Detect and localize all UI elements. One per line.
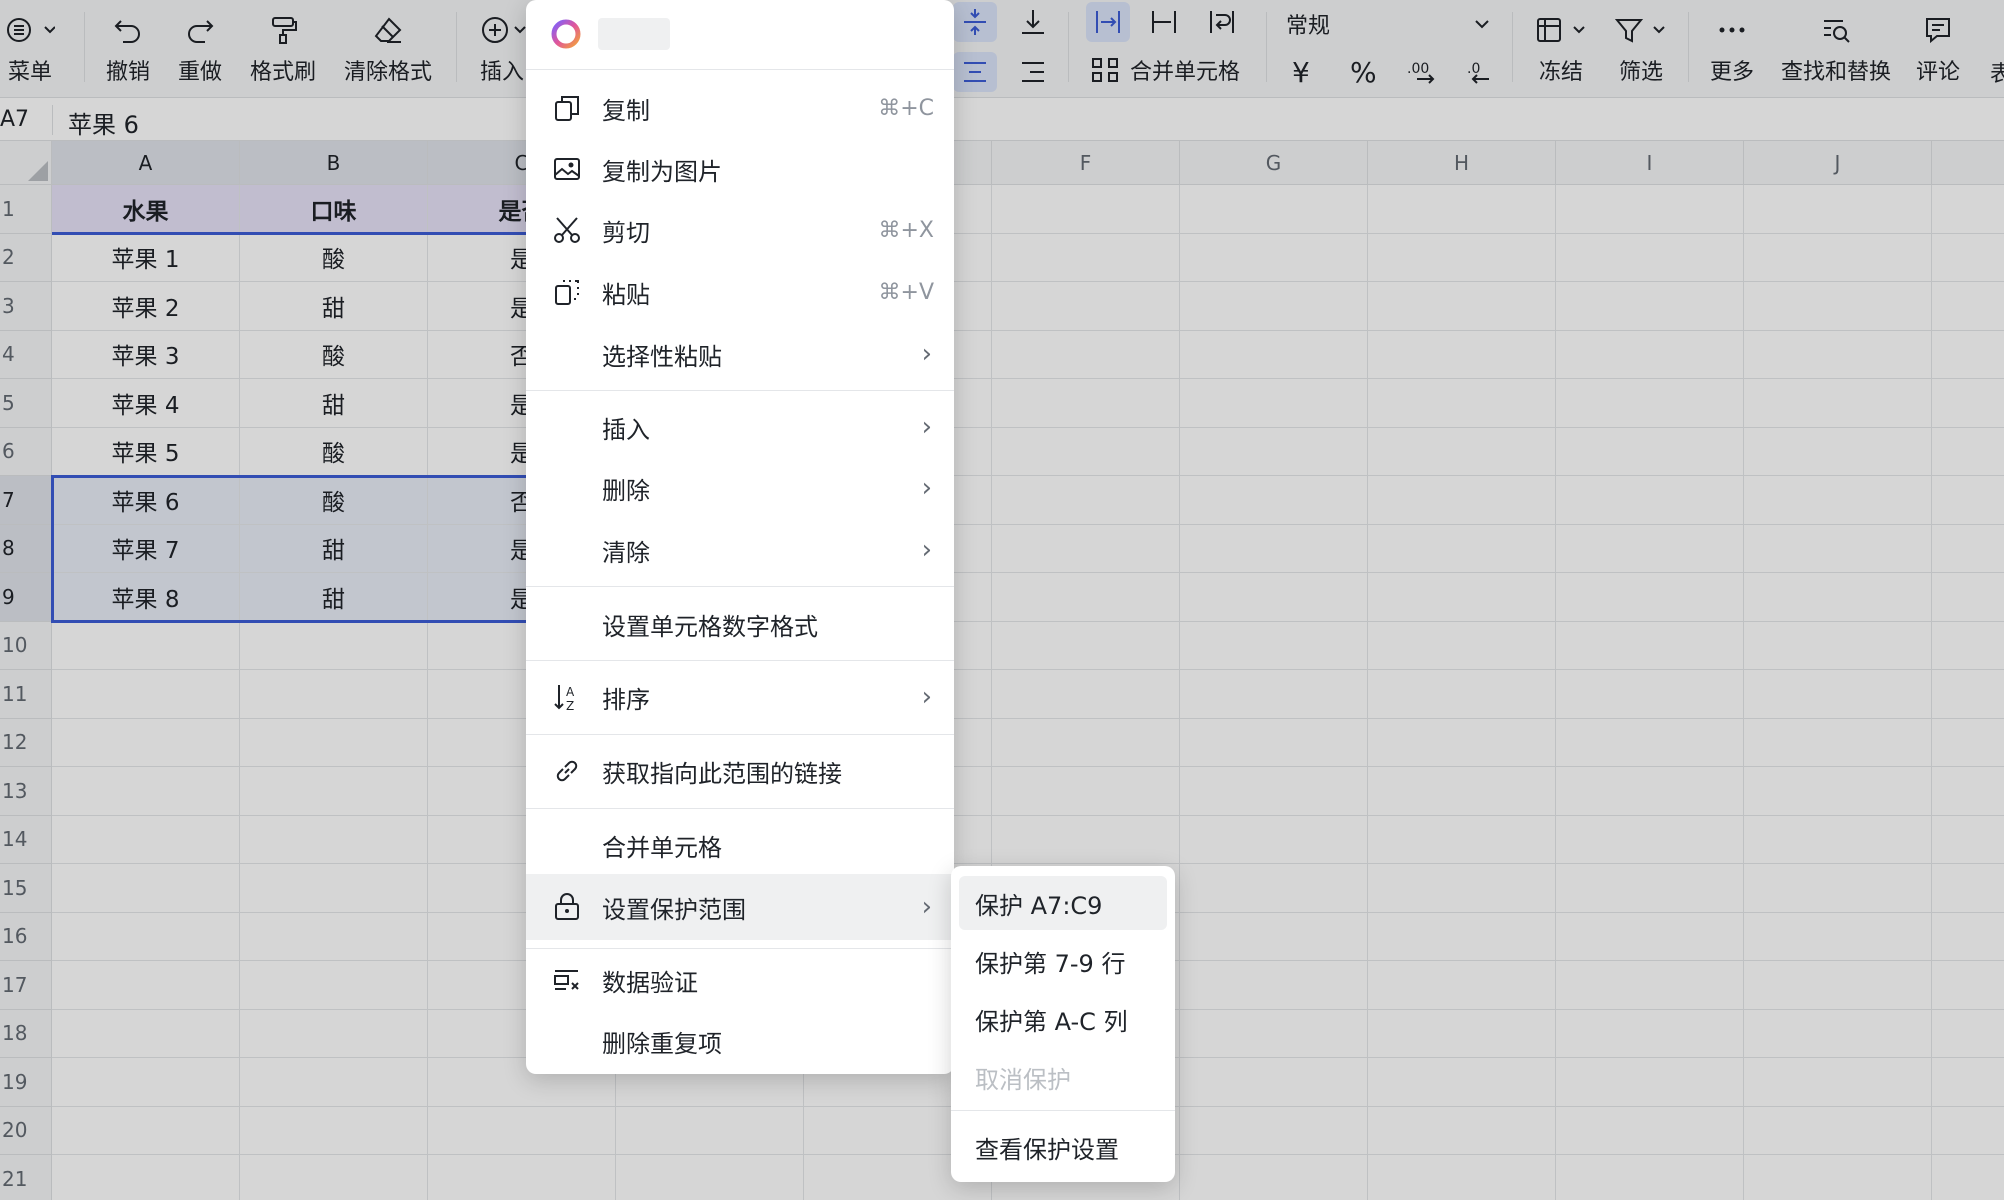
menu-item-label: 清除: [602, 538, 650, 567]
menu-item-label: 粘贴: [602, 280, 650, 309]
submenu-item-protect-rows[interactable]: 保护第 7-9 行: [959, 934, 1167, 988]
scissors-icon: [550, 213, 584, 247]
menu-item-data-validation[interactable]: 数据验证: [526, 950, 954, 1010]
menu-item-shortcut: ⌘+C: [878, 95, 934, 121]
chevron-right-icon: ›: [921, 412, 932, 442]
svg-text:A: A: [566, 685, 575, 699]
menu-item-paste[interactable]: 粘贴 ⌘+V: [526, 262, 954, 322]
chevron-right-icon: ›: [921, 339, 932, 369]
chevron-right-icon: ›: [921, 892, 932, 922]
paste-icon: [550, 275, 584, 309]
menu-item-cut[interactable]: 剪切 ⌘+X: [526, 200, 954, 260]
context-menu: 复制 ⌘+C 复制为图片 剪切 ⌘+X 粘贴 ⌘+V 选择性粘贴 › 插入 › …: [526, 0, 954, 1074]
menu-item-label: 选择性粘贴: [602, 342, 722, 371]
menu-item-label: 复制为图片: [602, 157, 722, 186]
menu-item-delete[interactable]: 删除 ›: [526, 458, 954, 518]
menu-item-remove-duplicates[interactable]: 删除重复项: [526, 1011, 954, 1071]
menu-item-label: 排序: [602, 685, 650, 714]
data-validation-icon: [550, 963, 584, 997]
menu-divider: [526, 660, 954, 661]
menu-item-label: 合并单元格: [602, 833, 722, 862]
menu-item-label: 删除: [602, 476, 650, 505]
menu-item-clear[interactable]: 清除 ›: [526, 520, 954, 580]
menu-item-label: 插入: [602, 415, 650, 444]
menu-item-copy-as-image[interactable]: 复制为图片: [526, 139, 954, 199]
menu-divider: [526, 390, 954, 391]
protection-submenu: 保护 A7:C9 保护第 7-9 行 保护第 A-C 列 取消保护 查看保护设置: [951, 866, 1175, 1182]
menu-item-merge-cells[interactable]: 合并单元格: [526, 815, 954, 875]
menu-divider: [526, 734, 954, 735]
menu-item-number-format[interactable]: 设置单元格数字格式: [526, 594, 954, 654]
menu-item-get-link[interactable]: 获取指向此范围的链接: [526, 741, 954, 801]
menu-item-set-protected-range[interactable]: 设置保护范围 ›: [526, 874, 954, 940]
menu-item-label: 设置保护范围: [602, 895, 746, 924]
submenu-divider: [951, 1110, 1175, 1111]
submenu-item-view-protection[interactable]: 查看保护设置: [959, 1120, 1167, 1174]
menu-item-label: 设置单元格数字格式: [602, 612, 818, 641]
menu-divider: [526, 948, 954, 949]
lock-icon: [550, 890, 584, 924]
sort-icon: AZ: [550, 680, 584, 714]
image-icon: [550, 152, 584, 186]
menu-item-label: 复制: [602, 96, 650, 125]
chevron-right-icon: ›: [921, 473, 932, 503]
spreadsheet-app: 菜单 撤销 重做 格式刷 清除格式 插入 合并单元格 常规 ¥ % .00 .0…: [0, 0, 2004, 1200]
menu-item-copy[interactable]: 复制 ⌘+C: [526, 78, 954, 138]
menu-item-sort[interactable]: AZ 排序 ›: [526, 667, 954, 727]
chevron-right-icon: ›: [921, 535, 932, 565]
chevron-right-icon: ›: [921, 682, 932, 712]
copy-icon: [550, 91, 584, 125]
menu-item-label: 获取指向此范围的链接: [602, 759, 842, 788]
menu-item-label: 剪切: [602, 218, 650, 247]
svg-text:Z: Z: [566, 699, 574, 712]
menu-item-paste-special[interactable]: 选择性粘贴 ›: [526, 324, 954, 384]
menu-item-shortcut: ⌘+X: [878, 217, 934, 243]
link-icon: [550, 754, 584, 788]
menu-divider: [526, 586, 954, 587]
menu-item-shortcut: ⌘+V: [878, 279, 934, 305]
context-menu-header: [526, 0, 954, 70]
submenu-item-unprotect: 取消保护: [975, 1065, 1071, 1094]
menu-divider: [526, 808, 954, 809]
menu-item-label: 数据验证: [602, 968, 698, 997]
menu-item-insert[interactable]: 插入 ›: [526, 397, 954, 457]
submenu-item-protect-columns[interactable]: 保护第 A-C 列: [959, 992, 1167, 1046]
ai-assistant-icon[interactable]: [548, 16, 584, 52]
menu-item-label: 删除重复项: [602, 1029, 722, 1058]
ai-assistant-placeholder: [598, 18, 670, 50]
submenu-item-protect-range[interactable]: 保护 A7:C9: [959, 876, 1167, 930]
